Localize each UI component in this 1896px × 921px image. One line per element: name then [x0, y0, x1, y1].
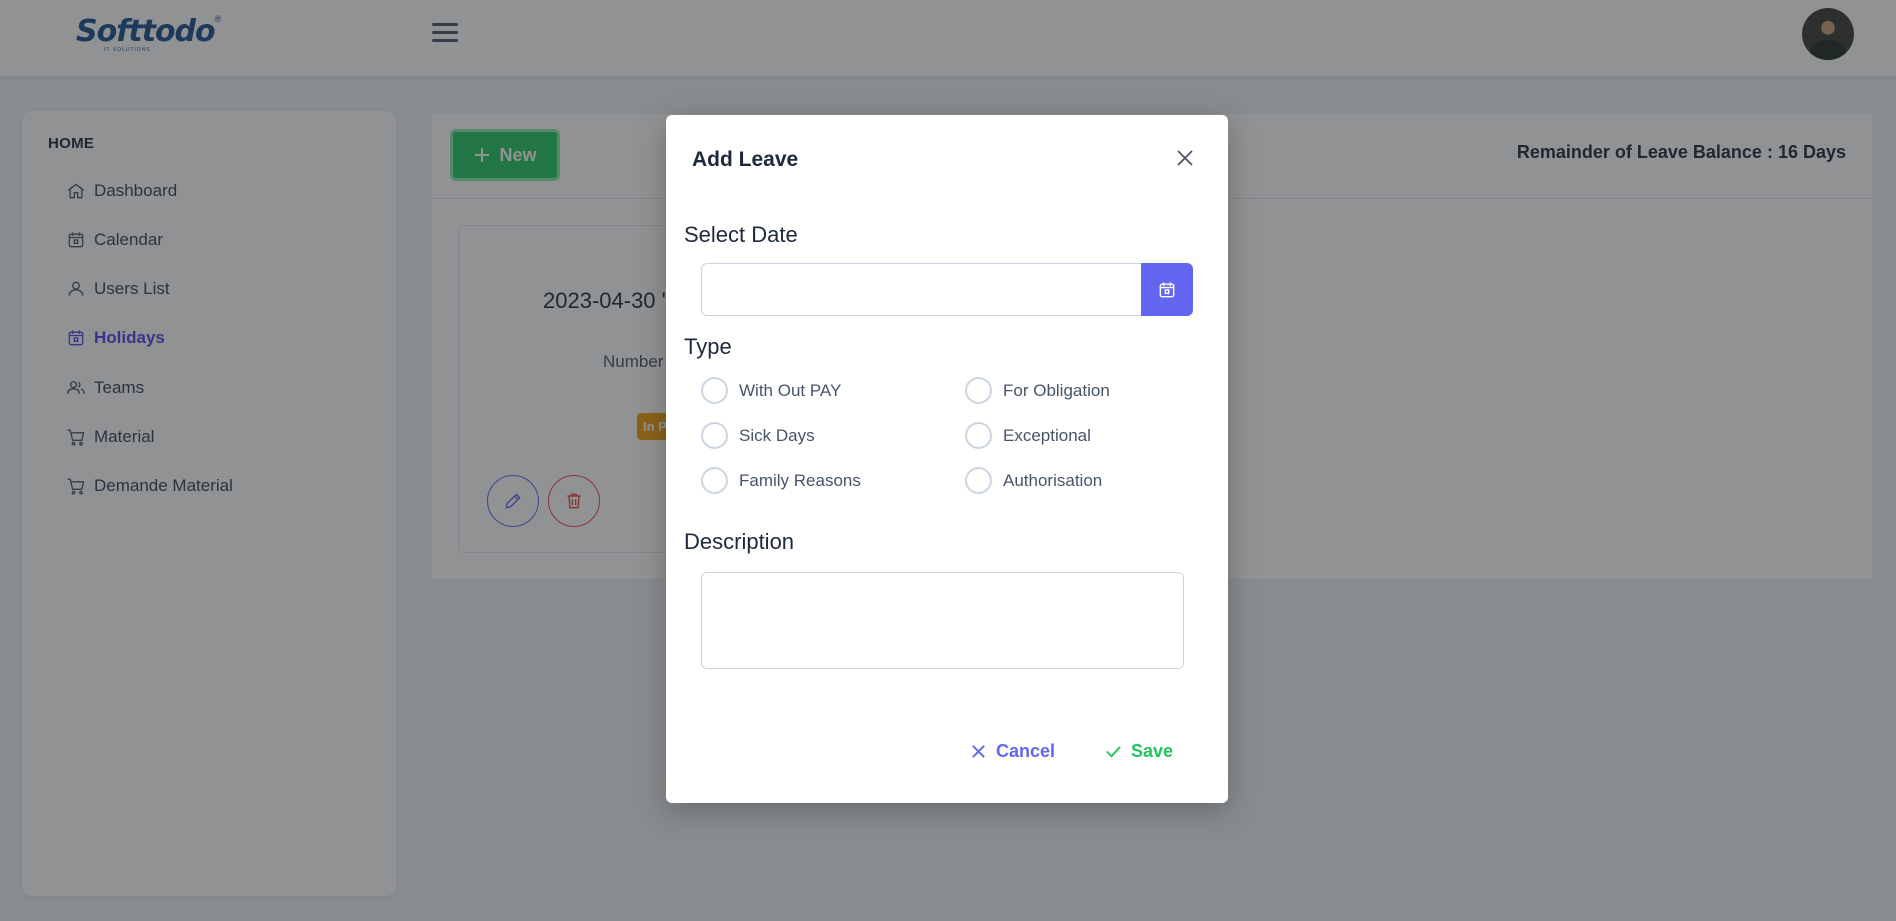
type-label: Type	[684, 334, 732, 359]
description-textarea[interactable]	[701, 572, 1184, 669]
radio-label: With Out PAY	[739, 380, 842, 400]
radio-exceptional[interactable]: Exceptional	[965, 422, 1091, 449]
save-button[interactable]: Save	[1104, 741, 1173, 762]
radio-circle[interactable]	[701, 422, 728, 449]
radio-circle[interactable]	[965, 377, 992, 404]
select-date-label: Select Date	[684, 222, 798, 247]
radio-authorisation[interactable]: Authorisation	[965, 467, 1102, 494]
radio-circle[interactable]	[965, 467, 992, 494]
radio-label: Family Reasons	[739, 470, 861, 490]
radio-circle[interactable]	[965, 422, 992, 449]
radio-family-reasons[interactable]: Family Reasons	[701, 467, 861, 494]
modal-title: Add Leave	[692, 148, 799, 171]
radio-for-obligation[interactable]: For Obligation	[965, 377, 1110, 404]
close-icon[interactable]	[1174, 147, 1196, 169]
radio-label: Exceptional	[1003, 425, 1091, 445]
radio-label: Authorisation	[1003, 470, 1103, 490]
cancel-button[interactable]: Cancel	[969, 741, 1055, 762]
add-leave-modal: Add Leave Select Date Type With Out PAY …	[666, 115, 1228, 803]
save-label: Save	[1131, 741, 1174, 761]
radio-label: Sick Days	[739, 425, 815, 445]
radio-with-out-pay[interactable]: With Out PAY	[701, 377, 841, 404]
check-icon	[1106, 746, 1121, 758]
calendar-icon	[1159, 282, 1175, 297]
radio-label: For Obligation	[1003, 380, 1110, 400]
date-input[interactable]	[701, 263, 1142, 316]
calendar-picker-button[interactable]	[1141, 263, 1193, 316]
radio-sick-days[interactable]: Sick Days	[701, 422, 815, 449]
radio-circle[interactable]	[701, 377, 728, 404]
cancel-label: Cancel	[996, 741, 1056, 761]
description-label: Description	[684, 529, 795, 554]
close-icon	[972, 745, 985, 758]
radio-circle[interactable]	[701, 467, 728, 494]
